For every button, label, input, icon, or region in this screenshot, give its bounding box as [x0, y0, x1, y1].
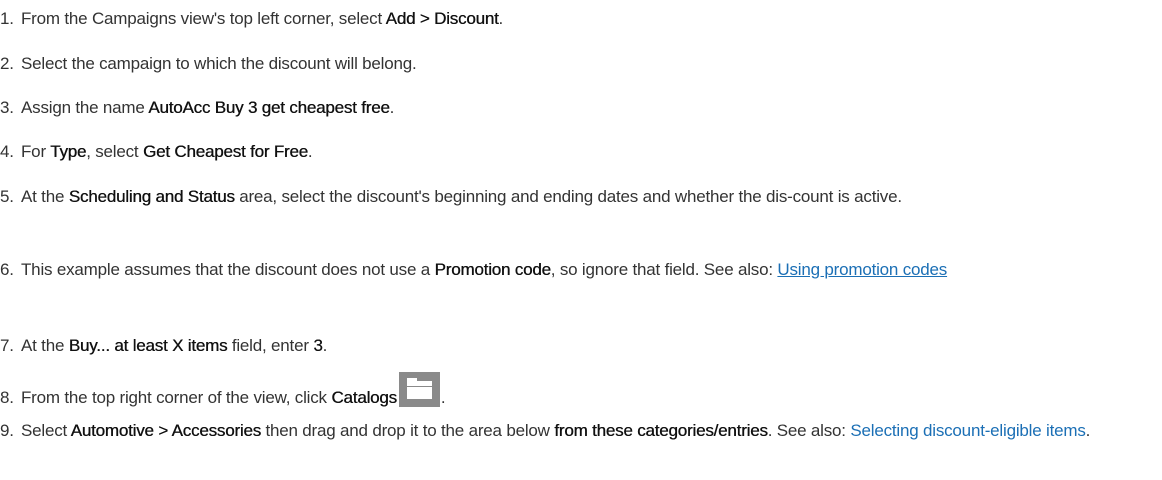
- step-1: 1. From the Campaigns view's top left cor…: [0, 2, 1162, 36]
- step-text: Select: [21, 421, 71, 440]
- ui-term: AutoAcc Buy 3 get cheapest free: [148, 98, 390, 117]
- step-text: .: [307, 142, 313, 161]
- step-2: 2. Select the campaign to which the disco…: [0, 47, 1162, 81]
- step-6: 6. This example assumes that the discount…: [0, 255, 1162, 285]
- step-4: 4. For Type, select Get Cheapest for Free…: [0, 135, 1162, 169]
- step-number: 3.: [0, 98, 14, 117]
- ui-term: Promotion code: [434, 260, 551, 279]
- step-text: From the Campaigns view's top left corne…: [21, 9, 386, 28]
- step-text: , so ignore that field. See also:: [550, 260, 778, 279]
- step-text: .: [322, 336, 328, 355]
- step-text: field, enter: [227, 336, 314, 355]
- ui-term: Automotive > Accessories: [70, 421, 262, 440]
- step-text: At the: [21, 336, 69, 355]
- ui-term: from these categories/entries: [554, 421, 768, 440]
- step-number: 4.: [0, 142, 14, 161]
- step-number: 1.: [0, 9, 14, 28]
- step-9: 9. Select Automotive > Accessories then d…: [0, 416, 1162, 446]
- step-5: 5. At the Scheduling and Status area, sel…: [0, 182, 1162, 212]
- ui-term: 3: [313, 336, 323, 355]
- step-number: 5.: [0, 187, 14, 206]
- step-text: .: [1085, 421, 1091, 440]
- ui-term: Add > Discount: [385, 9, 499, 28]
- step-text: From the top right corner of the view, c…: [21, 388, 332, 407]
- step-text: area, select the discount's beginning an…: [234, 187, 902, 206]
- ui-term: Type: [50, 142, 87, 161]
- step-text: .: [440, 388, 446, 407]
- folder-icon: [398, 372, 440, 407]
- step-7: 7. At the Buy... at least X items field, …: [0, 329, 1162, 363]
- ui-term: Get Cheapest for Free: [142, 142, 308, 161]
- step-number: 2.: [0, 54, 14, 73]
- step-text: then drag and drop it to the area below: [260, 421, 555, 440]
- step-text: At the: [21, 187, 69, 206]
- ui-term: Buy... at least X items: [68, 336, 228, 355]
- step-number: 8.: [0, 388, 14, 407]
- step-number: 7.: [0, 336, 14, 355]
- step-number: 9.: [0, 421, 14, 440]
- step-text: .: [498, 9, 504, 28]
- step-text: .: [389, 98, 395, 117]
- selecting-discount-eligible-items-link[interactable]: Selecting discount-eligible items: [850, 421, 1086, 440]
- step-text: . See also:: [767, 421, 851, 440]
- step-text: This example assumes that the discount d…: [21, 260, 435, 279]
- step-number: 6.: [0, 260, 14, 279]
- step-8: 8. From the top right corner of the view,…: [0, 372, 1162, 415]
- ui-term: Scheduling and Status: [68, 187, 235, 206]
- ui-term: Catalogs: [331, 388, 397, 407]
- step-3: 3. Assign the name AutoAcc Buy 3 get chea…: [0, 91, 1162, 125]
- folder-shape: [406, 378, 432, 399]
- step-text: , select: [86, 142, 143, 161]
- step-text: For: [21, 142, 51, 161]
- step-text: Select the campaign to which the discoun…: [21, 54, 417, 73]
- using-promotion-codes-link[interactable]: Using promotion codes: [777, 260, 947, 279]
- step-text: Assign the name: [21, 98, 149, 117]
